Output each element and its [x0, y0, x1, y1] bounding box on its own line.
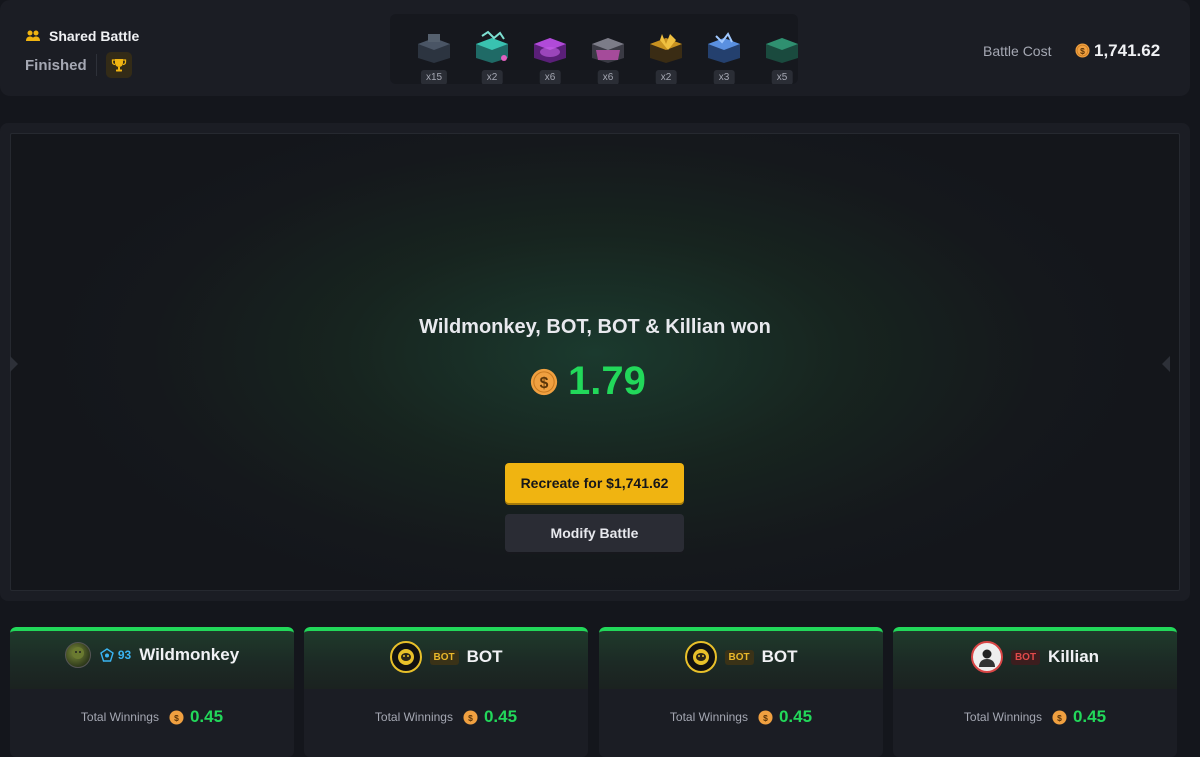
winnings-label: Total Winnings: [80, 710, 159, 724]
case-count: x5: [771, 70, 793, 84]
green-case-icon: [766, 38, 798, 63]
dark-case-icon: [418, 34, 450, 63]
trophy-icon: [111, 59, 126, 72]
purple-case-icon: [534, 38, 566, 63]
case-item[interactable]: x6: [586, 28, 630, 84]
player-card: BOT Killian Total Winnings $ 0.45: [893, 627, 1177, 757]
bot-tag: BOT: [429, 649, 459, 665]
winnings-label: Total Winnings: [669, 710, 748, 724]
left-arrow-icon: [10, 356, 18, 372]
coin-icon: $: [463, 709, 478, 725]
case-item[interactable]: x6: [528, 28, 572, 84]
player-winnings: Total Winnings $ 0.45: [893, 707, 1177, 727]
coin-icon: $: [758, 709, 773, 725]
level-icon: [100, 648, 114, 662]
winner-text: Wildmonkey, BOT, BOT & Killian won: [419, 316, 771, 338]
player-name: Killian: [1048, 647, 1100, 666]
cases-strip[interactable]: x15 x2 x6 x6 x2 x3 x5: [390, 14, 798, 84]
player-name: BOT: [466, 647, 503, 666]
case-item[interactable]: x2: [644, 28, 688, 84]
player-winnings: Total Winnings $ 0.45: [10, 707, 294, 727]
coin-icon: $: [1075, 43, 1090, 58]
level-number: 93: [117, 648, 132, 662]
avatar[interactable]: [64, 642, 91, 668]
status-text: Finished: [25, 56, 87, 74]
case-item[interactable]: x3: [702, 28, 746, 84]
player-info[interactable]: BOT BOT: [599, 641, 883, 673]
users-icon: [26, 30, 40, 41]
teal-case-icon: [476, 30, 508, 63]
case-item[interactable]: x15: [412, 28, 456, 84]
battle-header: Shared Battle Finished x15 x2 x6 x6 x2 x…: [0, 0, 1190, 96]
winnings-label: Total Winnings: [374, 710, 453, 724]
battle-type: Shared Battle: [25, 28, 139, 44]
coin-icon: $: [169, 709, 184, 725]
player-winnings: Total Winnings $ 0.45: [599, 707, 883, 727]
case-count: x2: [481, 70, 503, 84]
bot-tag: BOT: [724, 649, 754, 665]
svg-text:$: $: [468, 712, 473, 722]
winnings-value: 0.45: [483, 707, 518, 726]
player-winnings: Total Winnings $ 0.45: [304, 707, 588, 727]
avatar[interactable]: [684, 641, 717, 673]
player-name: Wildmonkey: [139, 645, 240, 664]
right-arrow-icon: [1162, 356, 1170, 372]
blue-case-icon: [708, 32, 740, 63]
winnings-label: Total Winnings: [963, 710, 1042, 724]
battle-cost-value: 1,741.62: [1094, 41, 1161, 60]
svg-text:$: $: [540, 375, 549, 392]
case-count: x6: [597, 70, 619, 84]
status-divider: [95, 54, 97, 76]
player-card: BOT BOT Total Winnings $ 0.45: [599, 627, 883, 757]
result-panel: Wildmonkey, BOT, BOT & Killian won $ 1.7…: [0, 123, 1190, 601]
battle-type-label: Shared Battle: [49, 28, 140, 44]
case-count: x15: [420, 70, 448, 84]
person-avatar-icon: [978, 649, 995, 667]
modify-battle-button[interactable]: Modify Battle: [505, 514, 684, 552]
player-info[interactable]: BOT Killian: [893, 641, 1177, 673]
case-count: x3: [713, 70, 735, 84]
coin-icon: $: [530, 368, 558, 395]
avatar[interactable]: [970, 641, 1003, 673]
gold-case-icon: [650, 34, 682, 63]
svg-text:$: $: [763, 712, 768, 722]
prize-value: 1.79: [568, 359, 646, 403]
trophy-button[interactable]: [105, 52, 132, 78]
pink-case-icon: [592, 38, 624, 63]
svg-text:$: $: [174, 712, 179, 722]
avatar-image: [71, 647, 84, 659]
svg-text:$: $: [1080, 46, 1085, 56]
player-info[interactable]: 93 Wildmonkey: [10, 642, 294, 668]
battle-cost-label: Battle Cost: [983, 43, 1052, 59]
bot-avatar-icon: [397, 649, 414, 665]
recreate-battle-button[interactable]: Recreate for $1,741.62: [505, 463, 684, 503]
battle-status: Finished: [25, 52, 132, 78]
level-badge: 93: [99, 648, 131, 662]
case-item[interactable]: x5: [760, 28, 798, 84]
winnings-value: 0.45: [778, 707, 813, 726]
coin-icon: $: [1052, 709, 1067, 725]
winnings-value: 0.45: [189, 707, 224, 726]
svg-text:$: $: [1057, 712, 1062, 722]
case-count: x6: [539, 70, 561, 84]
prize-amount: $ 1.79: [530, 359, 646, 404]
bot-avatar-icon: [692, 649, 709, 665]
player-card: 93 Wildmonkey Total Winnings $ 0.45: [10, 627, 294, 757]
winnings-value: 0.45: [1072, 707, 1107, 726]
avatar[interactable]: [389, 641, 422, 673]
case-item[interactable]: x2: [470, 28, 514, 84]
player-info[interactable]: BOT BOT: [304, 641, 588, 673]
bot-tag: BOT: [1010, 649, 1041, 665]
player-card: BOT BOT Total Winnings $ 0.45: [304, 627, 588, 757]
player-name: BOT: [761, 647, 798, 666]
case-count: x2: [655, 70, 677, 84]
